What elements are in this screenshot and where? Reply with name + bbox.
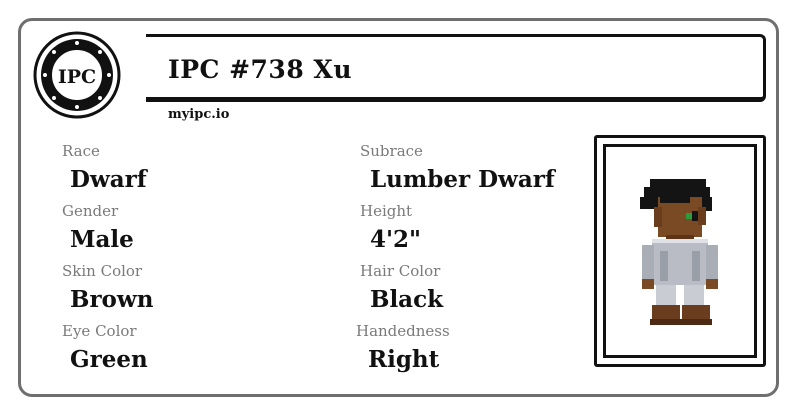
site-link[interactable]: myipc.io: [168, 107, 229, 122]
title-banner: IPC #738 Xu: [144, 34, 766, 105]
subrace-value: Lumber Dwarf: [370, 166, 555, 193]
eye-color-label: Eye Color: [62, 322, 137, 340]
handedness-label: Handedness: [356, 322, 450, 340]
eye-color-value: Green: [70, 346, 148, 373]
skin-color-value: Brown: [70, 286, 154, 313]
hair-color-label: Hair Color: [360, 262, 441, 280]
height-label: Height: [360, 202, 413, 220]
hair-color-value: Black: [370, 286, 444, 313]
gender-label: Gender: [62, 202, 119, 220]
ipc-logo-icon: IPC: [32, 30, 122, 120]
gender-value: Male: [70, 226, 134, 253]
race-value: Dwarf: [70, 166, 147, 193]
logo-text: IPC: [58, 66, 96, 88]
page-title: IPC #738 Xu: [168, 55, 353, 84]
skin-color-label: Skin Color: [62, 262, 143, 280]
dwarf-character-portrait: [640, 179, 718, 325]
portrait-area: [603, 144, 757, 358]
subrace-label: Subrace: [360, 142, 423, 160]
handedness-value: Right: [368, 346, 440, 373]
race-label: Race: [62, 142, 100, 160]
portrait-frame: [594, 135, 766, 367]
height-value: 4'2": [370, 226, 422, 253]
